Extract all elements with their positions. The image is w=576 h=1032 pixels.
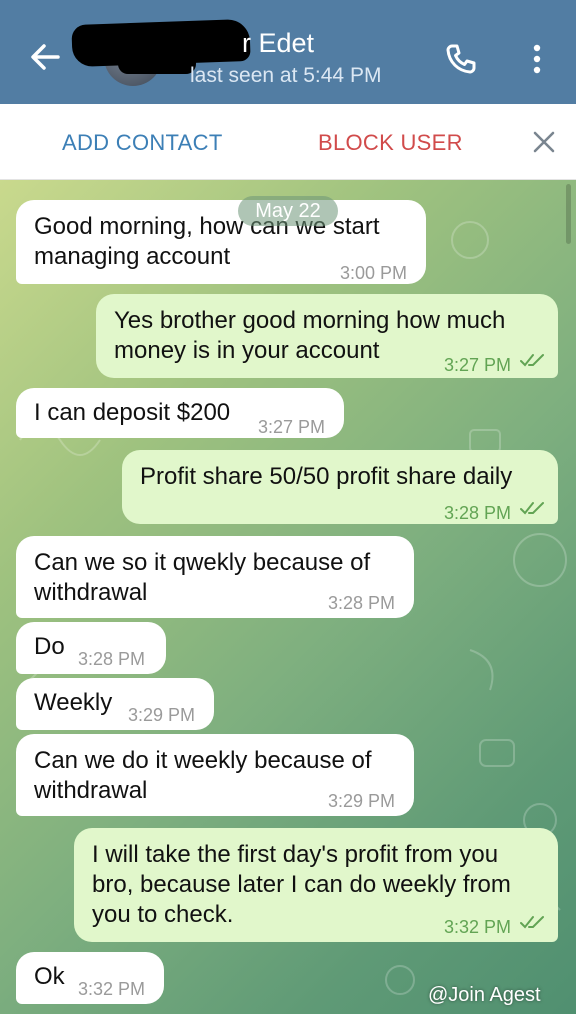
message-bubble-incoming[interactable]: Can we do it weekly because of withdrawa… [16,734,414,816]
message-time: 3:28 PM [78,649,146,669]
phone-icon[interactable] [444,42,478,76]
message-time: 3:29 PM [328,791,396,811]
message-text: Profit share 50/50 profit share daily [140,463,513,490]
add-contact-button[interactable]: ADD CONTACT [62,130,223,156]
message-time: 3:27 PM [444,355,512,375]
message-bubble-incoming[interactable]: Good morning, how can we start managing … [16,200,426,284]
more-vertical-icon[interactable] [526,42,548,76]
message-bubble-incoming[interactable]: Weekly 3:29 PM [16,678,214,730]
contact-action-bar: ADD CONTACT BLOCK USER [0,104,576,180]
message-time: 3:32 PM [444,917,512,937]
message-bubble-outgoing[interactable]: Profit share 50/50 profit share daily 3:… [122,450,558,524]
message-time: 3:32 PM [78,979,146,999]
watermark: @Join Agest [428,984,541,1006]
message-time: 3:27 PM [258,417,326,437]
close-icon[interactable] [530,128,558,156]
message-text: I can deposit $200 [34,399,231,426]
message-bubble-incoming[interactable]: Do 3:28 PM [16,622,166,674]
message-text: Ok [34,963,65,990]
double-check-icon [520,916,544,929]
message-text: Can we do it weekly because of withdrawa… [34,747,372,804]
message-time: 3:00 PM [340,263,408,283]
date-chip: May 22 [238,196,338,226]
message-time: 3:28 PM [328,593,396,613]
last-seen-status: last seen at 5:44 PM [190,64,382,87]
message-text: Weekly [34,689,113,716]
message-bubble-outgoing[interactable]: I will take the first day's profit from … [74,828,558,942]
message-time: 3:29 PM [128,705,196,725]
contact-name[interactable]: r Edet [242,28,314,59]
message-bubble-incoming[interactable]: I can deposit $200 3:27 PM [16,388,344,438]
input-bar-edge [0,1014,576,1032]
back-arrow-icon[interactable] [28,40,62,74]
scrollbar[interactable] [566,184,571,244]
message-time: 3:28 PM [444,503,512,523]
message-bubble-incoming[interactable]: Can we so it qwekly because of withdrawa… [16,536,414,618]
message-bubble-outgoing[interactable]: Yes brother good morning how much money … [96,294,558,378]
message-bubble-incoming[interactable]: Ok 3:32 PM [16,952,164,1004]
message-text: Can we so it qwekly because of withdrawa… [34,549,371,606]
double-check-icon [520,502,544,515]
message-text: Do [34,633,65,660]
chat-header: r Edet last seen at 5:44 PM [0,0,576,104]
double-check-icon [520,354,544,367]
block-user-button[interactable]: BLOCK USER [318,130,463,156]
redaction-mark [118,52,196,74]
